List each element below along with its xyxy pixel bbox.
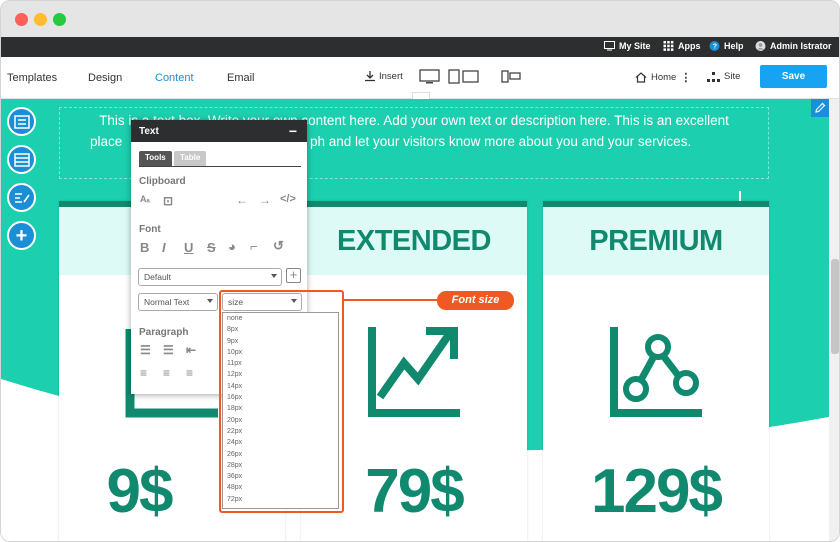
panel-header[interactable]: Text − (131, 120, 307, 142)
reset-format-icon[interactable]: ↺ (273, 238, 284, 254)
site-label: Site (724, 71, 741, 82)
tab-email[interactable]: Email (227, 72, 255, 84)
bullet-list-icon[interactable]: ☰ (163, 343, 174, 357)
text-box-line-2-end: ph and let your visitors know more about… (310, 134, 692, 149)
plus-icon: + (289, 267, 298, 282)
grid-icon (663, 41, 674, 51)
help-label: Help (724, 41, 744, 51)
align-center-icon[interactable]: ≡ (163, 366, 170, 380)
font-size-callout: Font size (437, 291, 514, 310)
text-style-value: Normal Text (144, 297, 190, 307)
plan-price-basic: 9$ (106, 457, 174, 526)
insert-label: Insert (379, 70, 403, 82)
font-family-select[interactable]: Default (138, 268, 282, 286)
format-case-icon[interactable]: Aₐ (140, 194, 150, 204)
tablet-view-icon[interactable] (448, 69, 480, 85)
trending-up-icon (368, 327, 460, 417)
page-canvas: This is a text box. Write your own conte… (1, 99, 829, 541)
edit-section-button[interactable] (811, 99, 829, 117)
align-left-icon[interactable]: ≡ (140, 366, 147, 380)
site-menu[interactable]: Site (707, 71, 740, 82)
sidebar-edit-button[interactable] (7, 183, 36, 212)
svg-text:?: ? (713, 42, 718, 51)
home-icon (635, 72, 647, 83)
help-link[interactable]: ? Help (709, 41, 744, 51)
network-chart-icon (610, 327, 702, 417)
apps-label: Apps (678, 41, 701, 51)
font-label: Font (139, 224, 161, 235)
align-right-icon[interactable]: ≡ (186, 366, 193, 380)
mobile-view-icon[interactable] (501, 69, 521, 85)
add-font-button[interactable]: + (286, 268, 301, 283)
monitor-icon (604, 41, 615, 51)
callout-connector (344, 299, 438, 301)
numbered-list-icon[interactable]: ☰ (140, 343, 151, 357)
outdent-icon[interactable]: ⇤ (186, 343, 196, 357)
undo-icon[interactable]: ← (236, 193, 248, 207)
pricing-card-premium[interactable]: PREMIUM 129$ (543, 201, 769, 541)
my-site-link[interactable]: My Site (604, 41, 651, 51)
paragraph-label: Paragraph (139, 327, 189, 338)
palette-icon[interactable]: ◕ (228, 239, 236, 254)
minimize-window-button[interactable] (34, 13, 47, 26)
admin-top-bar: My Site Apps ? Help Admin Istrator (1, 37, 839, 57)
plan-title: PREMIUM (589, 225, 723, 257)
title-bar (1, 1, 839, 37)
plus-icon: + (15, 224, 28, 247)
minimize-panel-icon[interactable]: − (289, 123, 297, 139)
plan-title: EXTENDED (337, 225, 491, 257)
help-icon: ? (709, 41, 720, 51)
tab-templates[interactable]: Templates (7, 72, 57, 84)
chevron-down-icon (271, 274, 277, 278)
user-name: Admin Istrator (770, 41, 832, 51)
highlighter-icon[interactable]: ⌐ (250, 239, 258, 254)
close-window-button[interactable] (15, 13, 28, 26)
sidebar-pages-button[interactable] (7, 107, 36, 136)
redo-icon[interactable]: → (259, 193, 271, 207)
italic-icon[interactable]: I (162, 240, 166, 255)
home-label: Home (651, 72, 677, 83)
sitemap-icon (707, 71, 720, 82)
bold-icon[interactable]: B (140, 240, 149, 255)
avatar-icon (755, 41, 766, 51)
layout-icon (13, 114, 30, 129)
tab-table[interactable]: Table (174, 151, 207, 166)
vertical-scrollbar[interactable] (829, 99, 839, 541)
text-style-select[interactable]: Normal Text (138, 293, 218, 311)
edit-list-icon (14, 192, 30, 203)
desktop-view-icon[interactable] (419, 69, 441, 85)
tab-content[interactable]: Content (155, 72, 194, 84)
save-button[interactable]: Save (760, 65, 827, 88)
page-selector[interactable]: Home ⋮ (635, 71, 691, 84)
strikethrough-icon[interactable]: S (207, 240, 216, 255)
paste-icon[interactable]: ⊡ (163, 194, 173, 208)
app-window: My Site Apps ? Help Admin Istrator Templ… (0, 0, 840, 542)
maximize-window-button[interactable] (53, 13, 66, 26)
insert-button[interactable]: Insert (364, 70, 403, 82)
user-menu[interactable]: Admin Istrator (755, 41, 832, 51)
sidebar-sections-button[interactable] (7, 145, 36, 174)
sidebar-add-button[interactable]: + (7, 221, 36, 250)
tab-divider (139, 166, 301, 167)
my-site-label: My Site (619, 41, 651, 51)
panel-title: Text (139, 126, 159, 137)
apps-link[interactable]: Apps (663, 41, 701, 51)
code-icon[interactable]: </> (280, 193, 296, 205)
tab-design[interactable]: Design (88, 72, 122, 84)
clipboard-label: Clipboard (139, 176, 186, 187)
pencil-icon (815, 102, 826, 113)
font-family-value: Default (144, 272, 171, 282)
plan-price: 129$ (591, 457, 723, 526)
font-size-highlight (219, 290, 344, 513)
chevron-down-icon (207, 299, 213, 303)
tab-tools[interactable]: Tools (139, 151, 172, 166)
text-box-line-2-start: place (90, 134, 123, 149)
more-vertical-icon: ⋮ (680, 72, 692, 84)
download-icon (365, 71, 375, 82)
sections-icon (13, 152, 30, 167)
scrollbar-thumb[interactable] (831, 259, 839, 354)
underline-icon[interactable]: U (184, 240, 193, 255)
